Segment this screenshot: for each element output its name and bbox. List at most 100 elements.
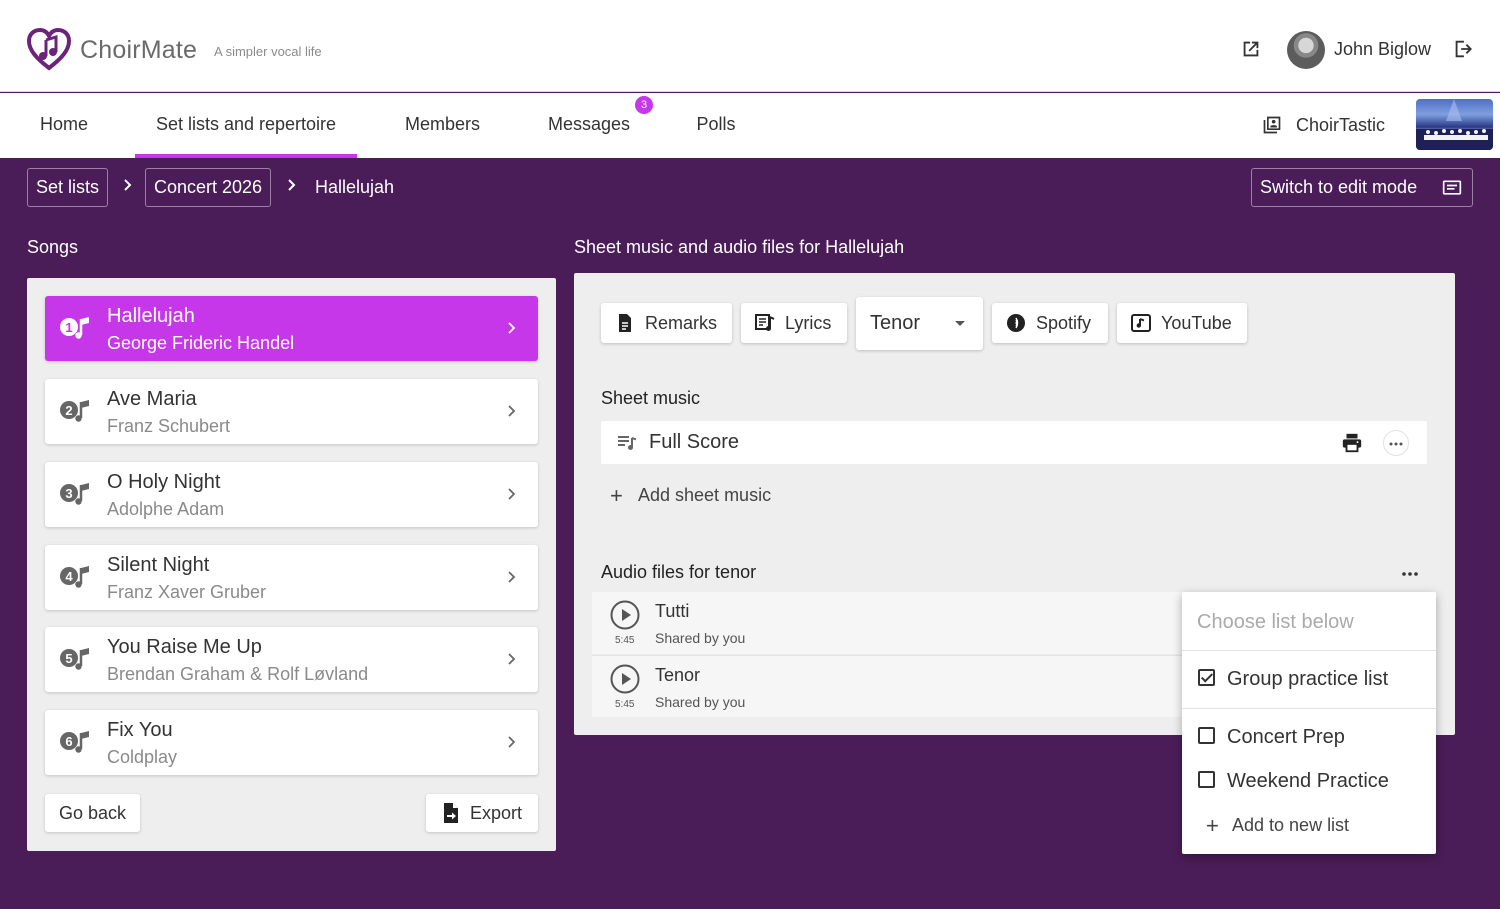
audio-shared-by: Shared by you xyxy=(655,694,746,710)
breadcrumb-current: Hallelujah xyxy=(315,177,395,197)
song-title: Fix You xyxy=(107,719,173,741)
open-external-icon[interactable] xyxy=(1240,38,1262,60)
export-file-icon xyxy=(444,803,458,823)
songs-panel: 1 Hallelujah George Frideric Handel 2 Ave Ma… xyxy=(27,278,556,851)
main-nav: Home Set lists and repertoire Members Me… xyxy=(0,93,1500,158)
choir-name[interactable]: ChoirTastic xyxy=(1296,115,1385,136)
chevron-right-icon xyxy=(508,736,516,748)
plus-icon: + xyxy=(1206,813,1219,838)
add-to-list-menu: Choose list below Group practice list Co… xyxy=(1182,592,1436,854)
play-icon[interactable] xyxy=(610,600,640,630)
audio-file-row[interactable]: 5:45 Tutti Shared by you xyxy=(592,592,1192,654)
menu-option-weekend-practice[interactable]: Weekend Practice xyxy=(1198,770,1389,793)
choir-photo[interactable] xyxy=(1416,99,1493,150)
chevron-down-icon xyxy=(955,321,965,326)
menu-option-label: Weekend Practice xyxy=(1227,770,1389,792)
audio-title: Tenor xyxy=(655,665,701,685)
add-new-list-label: Add to new list xyxy=(1232,815,1350,835)
chevron-right-icon xyxy=(508,322,516,334)
lyrics-button[interactable]: Lyrics xyxy=(741,303,847,343)
svg-text:1: 1 xyxy=(65,320,72,335)
menu-header: Choose list below xyxy=(1197,611,1354,633)
voice-part-select[interactable]: Tenor xyxy=(856,297,983,350)
audio-file-row[interactable]: 5:45 Tenor Shared by you xyxy=(592,655,1192,717)
add-sheet-music-button[interactable]: + Add sheet music xyxy=(610,483,771,509)
song-artist: George Frideric Handel xyxy=(107,333,295,353)
numbered-note-icon: 2 xyxy=(60,400,89,422)
lyrics-label: Lyrics xyxy=(785,313,832,333)
menu-divider xyxy=(1182,708,1436,709)
checkbox-checked-icon[interactable] xyxy=(1198,669,1215,686)
brand-tagline: A simpler vocal life xyxy=(214,44,322,59)
song-list-item[interactable]: 1 Hallelujah George Frideric Handel xyxy=(45,296,538,361)
menu-option-concert-prep[interactable]: Concert Prep xyxy=(1198,726,1345,749)
spotify-button[interactable]: Spotify xyxy=(992,303,1108,343)
more-horizontal-icon xyxy=(1389,442,1403,446)
numbered-note-icon: 5 xyxy=(60,648,89,670)
audio-duration: 5:45 xyxy=(615,635,635,646)
youtube-label: YouTube xyxy=(1161,313,1232,333)
add-sheet-label: Add sheet music xyxy=(638,485,772,505)
go-back-button[interactable]: Go back xyxy=(45,794,140,832)
menu-option-group-practice[interactable]: Group practice list xyxy=(1198,668,1388,691)
numbered-note-icon: 1 xyxy=(60,317,89,339)
chevron-right-icon xyxy=(508,653,516,665)
song-list-item[interactable]: 5 You Raise Me Up Brendan Graham & Rolf Lø… xyxy=(45,627,538,692)
print-icon[interactable] xyxy=(1341,432,1363,454)
song-title: You Raise Me Up xyxy=(107,636,262,658)
play-icon[interactable] xyxy=(610,664,640,694)
audio-duration: 5:45 xyxy=(615,699,635,710)
song-title: O Holy Night xyxy=(107,471,221,493)
song-list-item[interactable]: 4 Silent Night Franz Xaver Gruber xyxy=(45,545,538,610)
numbered-note-icon: 4 xyxy=(60,566,89,588)
songs-title: Songs xyxy=(27,237,79,257)
add-to-new-list-button[interactable]: + Add to new list xyxy=(1206,813,1349,839)
youtube-icon xyxy=(1131,314,1151,332)
chevron-right-icon xyxy=(288,179,296,191)
remarks-label: Remarks xyxy=(645,313,718,333)
document-icon xyxy=(619,314,631,332)
remarks-button[interactable]: Remarks xyxy=(601,303,732,343)
sheet-music-name: Full Score xyxy=(649,431,740,453)
song-list-item[interactable]: 6 Fix You Coldplay xyxy=(45,710,538,775)
song-artist: Franz Xaver Gruber xyxy=(107,582,267,602)
youtube-button[interactable]: YouTube xyxy=(1117,303,1247,343)
breadcrumb-set-lists[interactable]: Set lists xyxy=(27,168,109,207)
choirmate-logo-icon xyxy=(26,28,72,71)
breadcrumb-concert[interactable]: Concert 2026 xyxy=(145,168,272,207)
song-list-item[interactable]: 3 O Holy Night Adolphe Adam xyxy=(45,462,538,527)
numbered-note-icon: 6 xyxy=(60,731,89,753)
sheet-music-title: Sheet music xyxy=(601,388,701,408)
edit-mode-label: Switch to edit mode xyxy=(1260,177,1418,197)
svg-text:3: 3 xyxy=(65,486,72,501)
export-button[interactable]: Export xyxy=(426,794,538,832)
choir-library-icon xyxy=(1263,116,1281,134)
song-artist: Adolphe Adam xyxy=(107,499,225,519)
plus-icon: + xyxy=(610,483,623,508)
switch-edit-mode-button[interactable]: Switch to edit mode xyxy=(1251,168,1473,207)
nav-members[interactable]: Members xyxy=(390,93,495,158)
nav-polls[interactable]: Polls xyxy=(683,93,749,158)
song-artist: Brendan Graham & Rolf Løvland xyxy=(107,664,369,684)
audio-files-title: Audio files for tenor xyxy=(601,562,757,582)
user-name[interactable]: John Biglow xyxy=(1334,39,1431,60)
menu-option-label: Group practice list xyxy=(1227,668,1389,690)
user-avatar[interactable] xyxy=(1287,31,1325,69)
checkbox-icon[interactable] xyxy=(1198,727,1215,744)
nav-messages[interactable]: Messages xyxy=(535,93,643,158)
edit-mode-icon xyxy=(1442,180,1462,195)
song-title: Ave Maria xyxy=(107,388,197,410)
details-title: Sheet music and audio files for Halleluj… xyxy=(574,237,905,257)
menu-divider xyxy=(1182,650,1436,651)
checkbox-icon[interactable] xyxy=(1198,771,1215,788)
song-artist: Franz Schubert xyxy=(107,416,231,436)
brand-name: ChoirMate xyxy=(80,36,198,64)
sheet-music-row[interactable]: Full Score xyxy=(601,421,1427,464)
more-horizontal-icon[interactable] xyxy=(1399,563,1421,585)
song-list-item[interactable]: 2 Ave Maria Franz Schubert xyxy=(45,379,538,444)
sheet-more-button[interactable] xyxy=(1383,430,1409,456)
logout-icon[interactable] xyxy=(1452,38,1474,60)
nav-set-lists[interactable]: Set lists and repertoire xyxy=(135,93,357,158)
menu-option-label: Concert Prep xyxy=(1227,726,1345,748)
nav-home[interactable]: Home xyxy=(24,93,104,158)
